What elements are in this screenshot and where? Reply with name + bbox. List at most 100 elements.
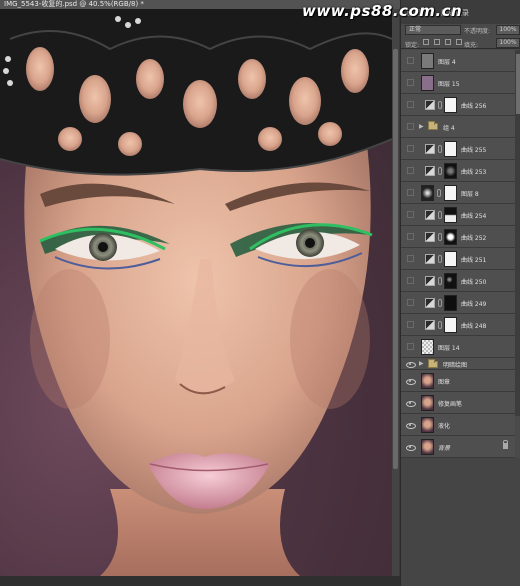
layer-row[interactable]: 曲线 254 (401, 204, 515, 226)
link-icon[interactable] (438, 255, 442, 263)
visibility-off-icon[interactable] (407, 321, 414, 328)
group-expand-icon[interactable]: ▶ (419, 360, 424, 367)
link-icon[interactable] (438, 277, 442, 285)
group-expand-icon[interactable]: ▶ (419, 123, 424, 130)
visibility-off-icon[interactable] (407, 299, 414, 306)
layer-name: 明暗绘图 (443, 362, 468, 369)
layer-name: 图层 14 (438, 345, 460, 352)
layer-row[interactable]: 曲线 248 (401, 314, 515, 336)
link-icon[interactable] (438, 321, 442, 329)
lock-pixels-icon[interactable] (434, 39, 440, 45)
link-icon[interactable] (438, 211, 442, 219)
layer-row[interactable]: 曲线 253 (401, 160, 515, 182)
layer-row[interactable]: 曲线 252 (401, 226, 515, 248)
layer-name: 曲线 254 (461, 213, 487, 220)
curves-adjustment-icon (425, 100, 435, 110)
layer-row[interactable]: 曲线 251 (401, 248, 515, 270)
layer-row[interactable]: 曲线 250 (401, 270, 515, 292)
layers-list: 图层 4 图层 15 曲线 256 ▶ 组 4 曲线 255 曲线 253 图层… (401, 50, 515, 416)
blend-mode-select[interactable]: 正常 (405, 25, 461, 35)
visibility-off-icon[interactable] (407, 255, 414, 262)
lock-all-icon[interactable] (456, 39, 462, 45)
eye-icon[interactable] (406, 421, 416, 429)
visibility-off-icon[interactable] (407, 233, 414, 240)
visibility-off-icon[interactable] (407, 145, 414, 152)
link-icon[interactable] (438, 145, 442, 153)
visibility-off-icon[interactable] (407, 57, 414, 64)
layers-scrollbar-thumb[interactable] (516, 54, 520, 114)
layer-name: 曲线 250 (461, 279, 487, 286)
lock-transparent-icon[interactable] (423, 39, 429, 45)
visibility-off-icon[interactable] (407, 79, 414, 86)
visibility-off-icon[interactable] (407, 343, 414, 350)
folder-icon (428, 121, 438, 130)
lock-position-icon[interactable] (445, 39, 451, 45)
layer-mask-thumbnail[interactable] (444, 97, 457, 113)
curves-adjustment-icon (425, 320, 435, 330)
curves-adjustment-icon (425, 144, 435, 154)
eye-icon[interactable] (406, 399, 416, 407)
lock-options[interactable] (423, 39, 462, 45)
layer-mask-thumbnail[interactable] (444, 317, 457, 333)
canvas-vertical-scrollbar[interactable] (392, 9, 399, 576)
curves-adjustment-icon (425, 210, 435, 220)
layer-row[interactable]: 修复画笔 (401, 392, 515, 414)
layer-mask-thumbnail[interactable] (444, 295, 457, 311)
curves-adjustment-icon (425, 232, 435, 242)
layer-name: 曲线 251 (461, 257, 487, 264)
visibility-off-icon[interactable] (407, 101, 414, 108)
visibility-off-icon[interactable] (407, 189, 414, 196)
layer-row[interactable]: 图章 (401, 370, 515, 392)
eye-icon[interactable] (406, 443, 416, 451)
layer-row[interactable]: 液化 (401, 414, 515, 436)
layer-mask-thumbnail[interactable] (444, 207, 457, 223)
layer-mask-thumbnail[interactable] (444, 251, 457, 267)
eye-icon[interactable] (406, 377, 416, 385)
visibility-off-icon[interactable] (407, 167, 414, 174)
curves-adjustment-icon (425, 166, 435, 176)
layer-row[interactable]: ▶ 明暗绘图 (401, 358, 515, 370)
layer-mask-thumbnail[interactable] (444, 141, 457, 157)
opacity-input[interactable]: 100% (496, 25, 520, 35)
layer-mask-thumbnail[interactable] (444, 185, 457, 201)
layers-panel: 图层 历史记录 正常 不透明度: 100% 锁定: 填充: 100% 图层 4 … (400, 0, 520, 586)
layer-row[interactable]: 曲线 256 (401, 94, 515, 116)
layer-name: 组 4 (443, 125, 455, 132)
layer-row[interactable]: 背景 (401, 436, 515, 458)
layer-mask-thumbnail[interactable] (444, 273, 457, 289)
scrollbar-thumb[interactable] (393, 49, 398, 469)
link-icon[interactable] (438, 299, 442, 307)
layer-row[interactable]: ▶ 组 4 (401, 116, 515, 138)
opacity-label: 不透明度: (464, 28, 491, 35)
portrait-image (0, 9, 392, 576)
layer-row[interactable]: 图层 8 (401, 182, 515, 204)
layer-name: 图层 4 (438, 59, 456, 66)
layer-row[interactable]: 图层 14 (401, 336, 515, 358)
link-icon[interactable] (438, 101, 442, 109)
layer-name: 图章 (438, 379, 451, 386)
visibility-off-icon[interactable] (407, 211, 414, 218)
layer-row[interactable]: 图层 15 (401, 72, 515, 94)
layer-name: 曲线 253 (461, 169, 487, 176)
layer-name: 曲线 249 (461, 301, 487, 308)
layers-scrollbar[interactable] (515, 50, 520, 416)
layer-thumbnail (421, 417, 434, 433)
layer-row[interactable]: 图层 4 (401, 50, 515, 72)
visibility-off-icon[interactable] (407, 123, 414, 130)
document-canvas[interactable] (0, 9, 392, 576)
fill-input[interactable]: 100% (496, 38, 520, 48)
layer-mask-thumbnail[interactable] (444, 229, 457, 245)
layer-mask-thumbnail[interactable] (444, 163, 457, 179)
layer-row[interactable]: 曲线 255 (401, 138, 515, 160)
link-icon[interactable] (438, 233, 442, 241)
layer-thumbnail (421, 53, 434, 69)
link-icon[interactable] (437, 189, 441, 197)
eye-icon[interactable] (406, 360, 416, 368)
layer-thumbnail (421, 339, 434, 355)
layer-name: 曲线 248 (461, 323, 487, 330)
layer-name: 修复画笔 (438, 401, 463, 408)
link-icon[interactable] (438, 167, 442, 175)
layer-row[interactable]: 曲线 249 (401, 292, 515, 314)
visibility-off-icon[interactable] (407, 277, 414, 284)
curves-adjustment-icon (425, 276, 435, 286)
